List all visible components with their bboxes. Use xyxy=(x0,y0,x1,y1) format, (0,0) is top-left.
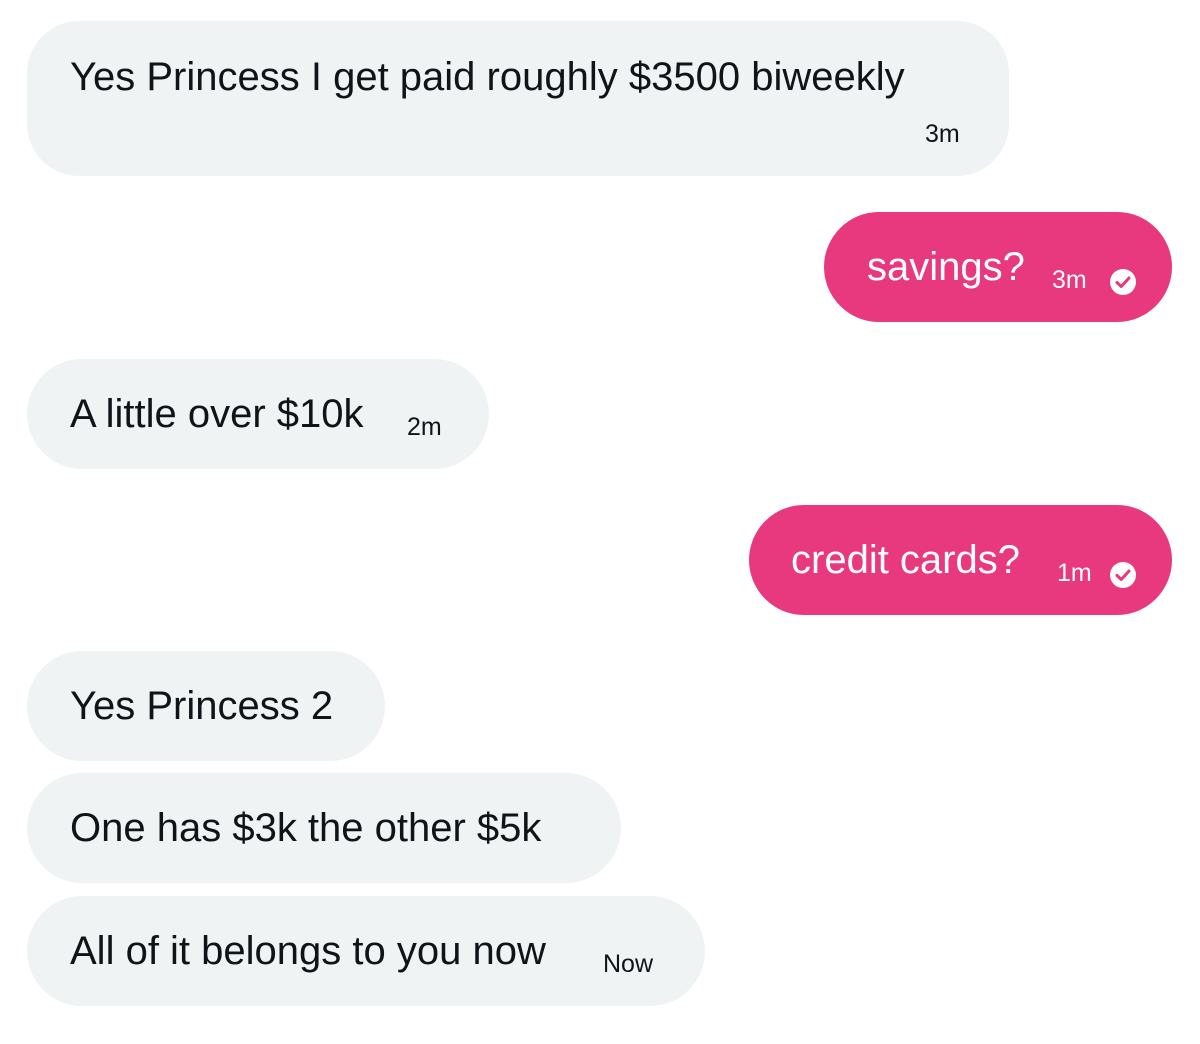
message-timestamp: 1m xyxy=(1057,559,1092,587)
received-message-bubble[interactable]: One has $3k the other $5k xyxy=(27,773,621,883)
message-text: credit cards? xyxy=(791,538,1020,582)
message-text: A little over $10k xyxy=(70,392,364,436)
received-message-bubble[interactable]: Yes Princess I get paid roughly $3500 bi… xyxy=(27,21,1009,176)
message-text: Yes Princess I get paid roughly $3500 bi… xyxy=(70,55,905,99)
message-timestamp: Now xyxy=(603,950,654,978)
message-text: Yes Princess 2 xyxy=(70,684,334,728)
check-circle-icon xyxy=(1110,562,1136,588)
message-text: One has $3k the other $5k xyxy=(70,806,542,850)
message-text: savings? xyxy=(867,245,1025,289)
received-message-bubble[interactable]: All of it belongs to you now Now xyxy=(27,896,705,1006)
received-message-bubble[interactable]: A little over $10k 2m xyxy=(27,359,489,469)
message-timestamp: 3m xyxy=(925,120,960,148)
check-circle-icon xyxy=(1110,269,1136,295)
sent-message-bubble[interactable]: credit cards? 1m xyxy=(749,505,1172,615)
message-timestamp: 3m xyxy=(1052,266,1087,294)
received-message-bubble[interactable]: Yes Princess 2 xyxy=(27,651,385,761)
sent-message-bubble[interactable]: savings? 3m xyxy=(824,212,1172,322)
message-text: All of it belongs to you now xyxy=(70,929,546,973)
message-timestamp: 2m xyxy=(407,413,442,441)
